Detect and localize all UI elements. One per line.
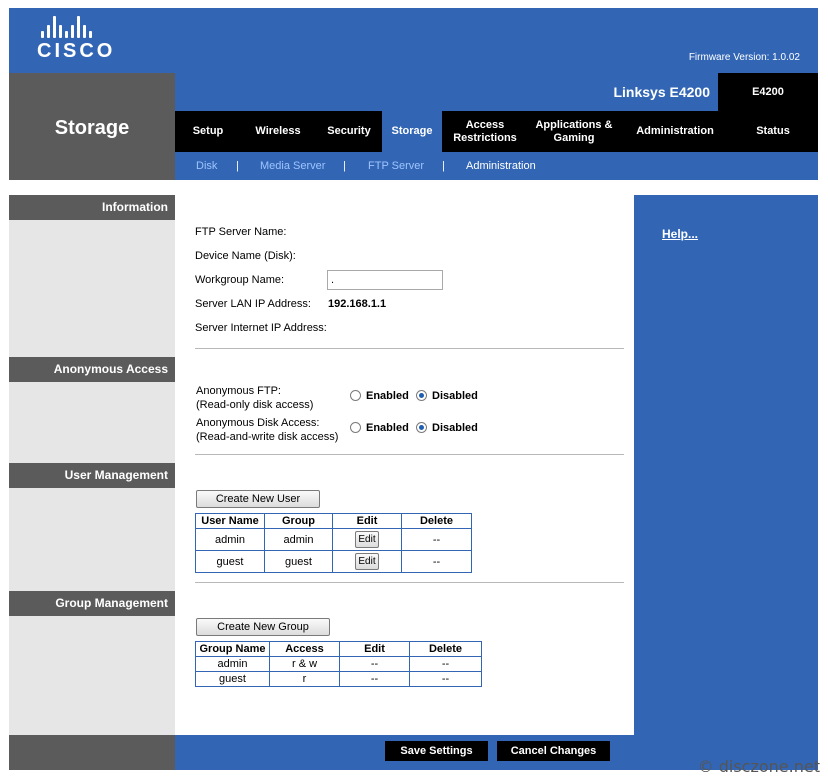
watermark: © disczone.net xyxy=(697,757,820,776)
section-information: Information xyxy=(9,195,175,220)
help-link[interactable]: Help... xyxy=(662,227,698,241)
section-group-management: Group Management xyxy=(9,591,175,616)
section-user-management: User Management xyxy=(9,463,175,488)
subnav-separator: | xyxy=(236,160,239,172)
save-settings-button[interactable]: Save Settings xyxy=(385,741,488,761)
divider xyxy=(195,454,624,455)
section-sidebar: Information Anonymous Access User Manage… xyxy=(9,195,175,735)
main-nav: Setup Wireless Security Storage Access Re… xyxy=(175,109,818,154)
anonymous-disk-enabled-label: Enabled xyxy=(366,422,409,434)
table-row: guest guest Edit -- xyxy=(195,550,472,573)
page-title-block: Storage xyxy=(9,73,175,180)
tab-applications-gaming[interactable]: Applications & Gaming xyxy=(527,111,621,152)
anonymous-ftp-disabled-label: Disabled xyxy=(432,390,478,402)
cisco-bars-icon xyxy=(41,16,115,38)
anonymous-disk-label: Anonymous Disk Access: xyxy=(196,417,320,429)
device-name-label: Device Name (Disk): xyxy=(195,250,296,262)
column-header: Group Name xyxy=(195,641,270,657)
model-name: Linksys E4200 xyxy=(613,84,710,100)
tab-setup[interactable]: Setup xyxy=(182,111,234,152)
user-name-cell: admin xyxy=(195,528,265,551)
column-header: Delete xyxy=(401,513,472,529)
user-name-cell: guest xyxy=(195,550,265,573)
user-edit-cell: Edit xyxy=(332,528,402,551)
sub-nav: Disk | Media Server | FTP Server | Admin… xyxy=(175,152,818,180)
user-group-cell: admin xyxy=(264,528,333,551)
edit-user-button[interactable]: Edit xyxy=(355,531,379,548)
divider xyxy=(195,348,624,349)
column-header: Access xyxy=(269,641,340,657)
group-access-cell: r & w xyxy=(269,656,340,672)
server-internet-ip-label: Server Internet IP Address: xyxy=(195,322,327,334)
anonymous-ftp-sublabel: (Read-only disk access) xyxy=(196,399,314,411)
tab-wireless[interactable]: Wireless xyxy=(243,111,313,152)
tab-status[interactable]: Status xyxy=(743,111,803,152)
create-new-group-button[interactable]: Create New Group xyxy=(196,618,330,636)
subnav-separator: | xyxy=(442,160,445,172)
tab-storage[interactable]: Storage xyxy=(382,109,442,154)
workgroup-name-input[interactable] xyxy=(327,270,443,290)
anonymous-ftp-enabled-label: Enabled xyxy=(366,390,409,402)
cisco-logo: CISCO xyxy=(37,16,115,63)
column-header: Edit xyxy=(339,641,410,657)
server-lan-ip-label: Server LAN IP Address: xyxy=(195,298,311,310)
column-header: Delete xyxy=(409,641,482,657)
header-bar: CISCO Firmware Version: 1.0.02 xyxy=(9,8,818,73)
section-anonymous-access: Anonymous Access xyxy=(9,357,175,382)
table-row: admin r & w -- -- xyxy=(195,656,482,672)
group-delete-cell: -- xyxy=(409,656,482,672)
anonymous-ftp-disabled-radio[interactable] xyxy=(416,390,427,401)
group-table: Group Name Access Edit Delete admin r & … xyxy=(195,641,482,687)
subtab-media-server[interactable]: Media Server xyxy=(260,160,325,172)
group-edit-cell: -- xyxy=(339,671,410,687)
model-bar: Linksys E4200 E4200 xyxy=(175,73,818,111)
group-delete-cell: -- xyxy=(409,671,482,687)
group-edit-cell: -- xyxy=(339,656,410,672)
footer-left xyxy=(9,735,175,770)
group-access-cell: r xyxy=(269,671,340,687)
help-panel: Help... xyxy=(634,195,818,735)
user-table: User Name Group Edit Delete admin admin … xyxy=(195,513,472,573)
user-edit-cell: Edit xyxy=(332,550,402,573)
tab-security[interactable]: Security xyxy=(321,111,377,152)
tab-administration[interactable]: Administration xyxy=(625,111,725,152)
logo-text: CISCO xyxy=(37,40,116,62)
table-row: admin admin Edit -- xyxy=(195,528,472,551)
anonymous-ftp-label: Anonymous FTP: xyxy=(196,385,281,397)
group-name-cell: guest xyxy=(195,671,270,687)
workgroup-name-label: Workgroup Name: xyxy=(195,274,285,286)
anonymous-disk-disabled-label: Disabled xyxy=(432,422,478,434)
divider xyxy=(195,582,624,583)
subtab-disk[interactable]: Disk xyxy=(196,160,217,172)
anonymous-disk-disabled-radio[interactable] xyxy=(416,422,427,433)
table-row: guest r -- -- xyxy=(195,671,482,687)
user-delete-cell: -- xyxy=(401,528,472,551)
firmware-version: Firmware Version: 1.0.02 xyxy=(688,52,800,63)
subtab-ftp-server[interactable]: FTP Server xyxy=(368,160,424,172)
tab-access-restrictions[interactable]: Access Restrictions xyxy=(445,111,525,152)
model-code: E4200 xyxy=(718,73,818,111)
server-lan-ip-value: 192.168.1.1 xyxy=(328,298,387,310)
subtab-administration[interactable]: Administration xyxy=(466,160,536,172)
user-group-cell: guest xyxy=(264,550,333,573)
column-header: Group xyxy=(264,513,333,529)
user-delete-cell: -- xyxy=(401,550,472,573)
group-name-cell: admin xyxy=(195,656,270,672)
column-header: User Name xyxy=(195,513,265,529)
create-new-user-button[interactable]: Create New User xyxy=(196,490,320,508)
cancel-changes-button[interactable]: Cancel Changes xyxy=(497,741,610,761)
edit-user-button[interactable]: Edit xyxy=(355,553,379,570)
ftp-server-name-label: FTP Server Name: xyxy=(195,226,287,238)
anonymous-disk-enabled-radio[interactable] xyxy=(350,422,361,433)
column-header: Edit xyxy=(332,513,402,529)
anonymous-disk-sublabel: (Read-and-write disk access) xyxy=(196,431,339,443)
page-title: Storage xyxy=(54,117,130,139)
anonymous-ftp-enabled-radio[interactable] xyxy=(350,390,361,401)
subnav-separator: | xyxy=(343,160,346,172)
